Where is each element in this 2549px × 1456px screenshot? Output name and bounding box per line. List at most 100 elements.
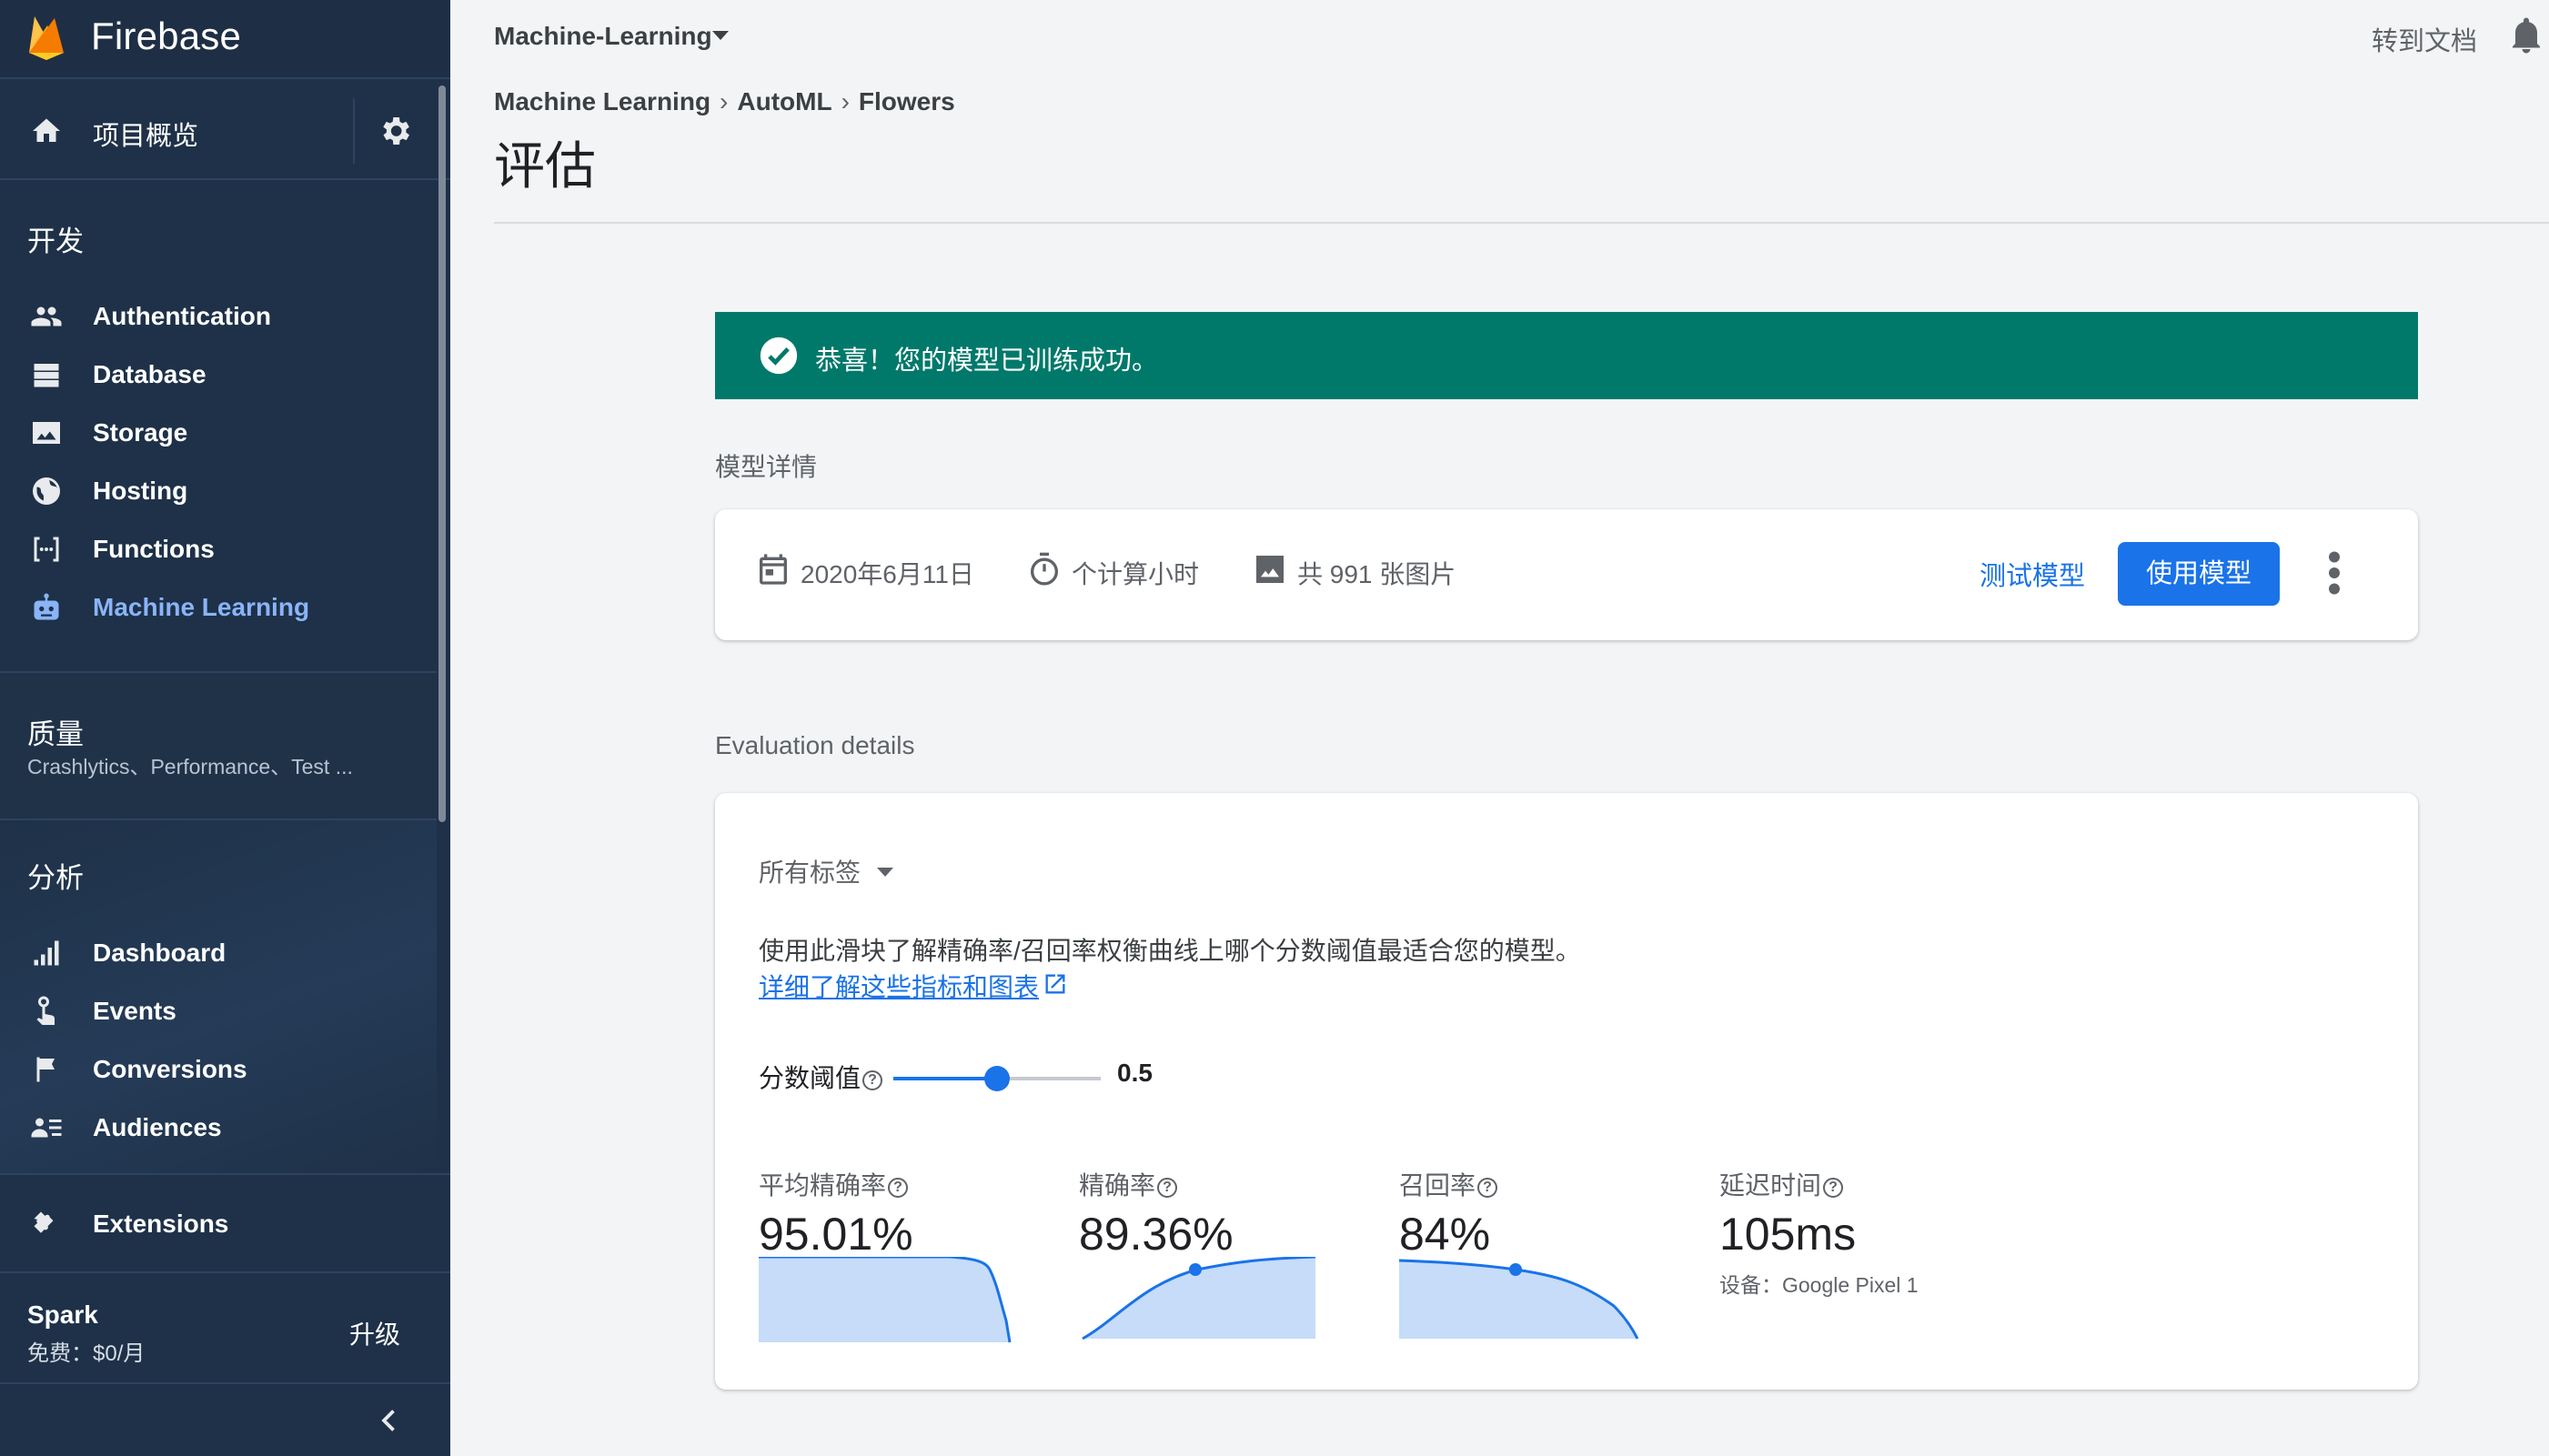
- metric-device: 设备：Google Pixel 1: [1719, 1273, 1919, 1297]
- help-icon[interactable]: ?: [888, 1177, 909, 1198]
- metric-label-row: 延迟时间?: [1719, 1166, 2010, 1202]
- firebase-logo-icon[interactable]: [27, 13, 65, 60]
- chevron-left-icon[interactable]: [373, 1404, 406, 1437]
- sidebar-item-database[interactable]: Database: [0, 346, 437, 404]
- precision-curve: [1082, 1257, 1316, 1341]
- home-icon: [33, 118, 60, 142]
- calendar-icon: [760, 554, 787, 585]
- threshold-slider[interactable]: [893, 1066, 1101, 1091]
- evaluation-card: 所有标签 使用此滑块了解精确率/召回率权衡曲线上哪个分数阈值最适合您的模型。 详…: [715, 793, 2418, 1390]
- threshold-value: 0.5: [1117, 1059, 1153, 1087]
- metric-recall: 召回率? 84%: [1399, 1166, 1690, 1260]
- touch-icon: [36, 996, 55, 1025]
- recall-curve: [1399, 1259, 1639, 1340]
- bar-chart-icon: [34, 940, 59, 966]
- sidebar-item-label: Database: [93, 360, 207, 388]
- sidebar-item-hosting[interactable]: Hosting: [0, 462, 437, 520]
- test-model-button[interactable]: 测试模型: [1980, 555, 2085, 593]
- compute-hours: 个计算小时: [1072, 560, 1200, 588]
- project-overview-label: 项目概览: [93, 122, 199, 151]
- sidebar-scrollbar[interactable]: [438, 85, 446, 822]
- help-icon[interactable]: ?: [1823, 1177, 1844, 1198]
- sidebar-item-conversions[interactable]: Conversions: [0, 1040, 437, 1099]
- threshold-label: 分数阈值: [759, 1064, 861, 1092]
- project-overview-row[interactable]: 项目概览: [0, 82, 450, 180]
- help-icon[interactable]: ?: [862, 1069, 883, 1090]
- firebase-title[interactable]: Firebase: [91, 15, 241, 58]
- metric-average-precision: 平均精确率? 95.01%: [759, 1166, 1050, 1260]
- success-banner: 恭喜！您的模型已训练成功。: [715, 312, 2418, 399]
- plan-section: Spark 免费：$0/月 升级: [0, 1275, 450, 1384]
- project-selector[interactable]: Machine-Learning: [494, 22, 712, 51]
- section-quality-subtitle: Crashlytics、Performance、Test ...: [27, 755, 353, 778]
- sidebar-item-audiences[interactable]: Audiences: [0, 1099, 437, 1157]
- open-in-new-icon[interactable]: [1043, 971, 1068, 997]
- sidebar-item-label: Storage: [93, 418, 188, 447]
- metric-value: 84%: [1399, 1209, 1491, 1260]
- sidebar-item-dashboard[interactable]: Dashboard: [0, 924, 437, 982]
- success-message: 恭喜！您的模型已训练成功。: [815, 346, 1159, 376]
- sidebar-item-label: Hosting: [93, 477, 188, 505]
- section-quality: 质量: [27, 718, 84, 750]
- slider-thumb[interactable]: [984, 1066, 1010, 1091]
- bell-icon[interactable]: [2510, 16, 2543, 55]
- metric-value: 89.36%: [1079, 1209, 1234, 1260]
- sidebar-item-label: Authentication: [93, 302, 271, 330]
- section-develop: 开发: [27, 226, 84, 257]
- metric-label-row: 平均精确率?: [759, 1166, 1050, 1202]
- caret-down-icon[interactable]: [877, 868, 893, 877]
- average-precision-curve: [759, 1257, 1012, 1343]
- help-icon[interactable]: ?: [1477, 1177, 1498, 1198]
- plan-name: Spark: [27, 1300, 98, 1329]
- sidebar-item-storage[interactable]: Storage: [0, 404, 437, 462]
- sidebar-item-authentication[interactable]: Authentication: [0, 287, 437, 346]
- label-filter-dropdown[interactable]: 所有标签: [759, 853, 861, 889]
- sidebar-item-extensions[interactable]: Extensions: [0, 1173, 450, 1273]
- sidebar-item-label: Events: [93, 997, 176, 1025]
- more-vert-icon[interactable]: [2318, 546, 2351, 600]
- chevron-right-icon: ›: [841, 87, 850, 115]
- threshold-label-row: 分数阈值?: [759, 1059, 883, 1095]
- curve-area: [759, 1257, 1010, 1342]
- upgrade-button[interactable]: 升级: [349, 1315, 400, 1351]
- metric-value: 105ms: [1719, 1209, 1857, 1260]
- sidebar-item-events[interactable]: Events: [0, 982, 437, 1040]
- database-icon: [34, 364, 59, 387]
- sidebar: Firebase 项目概览 开发 Authentication Database…: [0, 0, 450, 1456]
- page-title: 评估: [494, 137, 596, 195]
- model-details-card: 2020年6月11日 个计算小时 共 991 张图片 测试模型 使用模型: [715, 509, 2418, 640]
- slider-track-active: [893, 1077, 997, 1080]
- gear-icon[interactable]: [377, 113, 413, 149]
- docs-link[interactable]: 转到文档: [2372, 20, 2477, 58]
- metric-label: 召回率: [1399, 1171, 1476, 1200]
- sidebar-section-quality[interactable]: 质量 Crashlytics、Performance、Test ...: [0, 675, 437, 818]
- metric-precision: 精确率? 89.36%: [1079, 1166, 1370, 1260]
- divider: [0, 671, 437, 673]
- metric-label: 精确率: [1079, 1171, 1156, 1200]
- people-icon: [31, 306, 62, 326]
- metric-value: 95.01%: [759, 1209, 913, 1260]
- functions-icon: [34, 537, 59, 562]
- evaluation-details-label: Evaluation details: [715, 731, 915, 759]
- sidebar-item-label: Dashboard: [93, 939, 227, 967]
- sidebar-item-label: Audiences: [93, 1113, 222, 1141]
- metric-label: 延迟时间: [1719, 1171, 1822, 1200]
- section-analytics: 分析: [27, 862, 84, 894]
- breadcrumb-item[interactable]: AutoML: [737, 87, 831, 115]
- image-count: 共 991 张图片: [1297, 560, 1456, 588]
- divider: [494, 222, 2549, 224]
- sidebar-item-machine-learning[interactable]: Machine Learning: [0, 578, 437, 637]
- sidebar-item-label: Conversions: [93, 1055, 247, 1083]
- image-icon: [33, 422, 60, 444]
- timer-icon: [1031, 552, 1058, 586]
- breadcrumb-item[interactable]: Flowers: [859, 87, 955, 115]
- check-circle-icon: [760, 336, 798, 375]
- breadcrumb-item[interactable]: Machine Learning: [494, 87, 710, 115]
- learn-more-link[interactable]: 详细了解这些指标和图表: [759, 968, 1039, 1004]
- help-icon[interactable]: ?: [1157, 1177, 1178, 1198]
- use-model-button[interactable]: 使用模型: [2118, 542, 2280, 606]
- puzzle-icon: [34, 1211, 54, 1233]
- sidebar-item-functions[interactable]: Functions: [0, 520, 437, 578]
- caret-down-icon[interactable]: [712, 31, 729, 40]
- model-details-label: 模型详情: [715, 453, 818, 481]
